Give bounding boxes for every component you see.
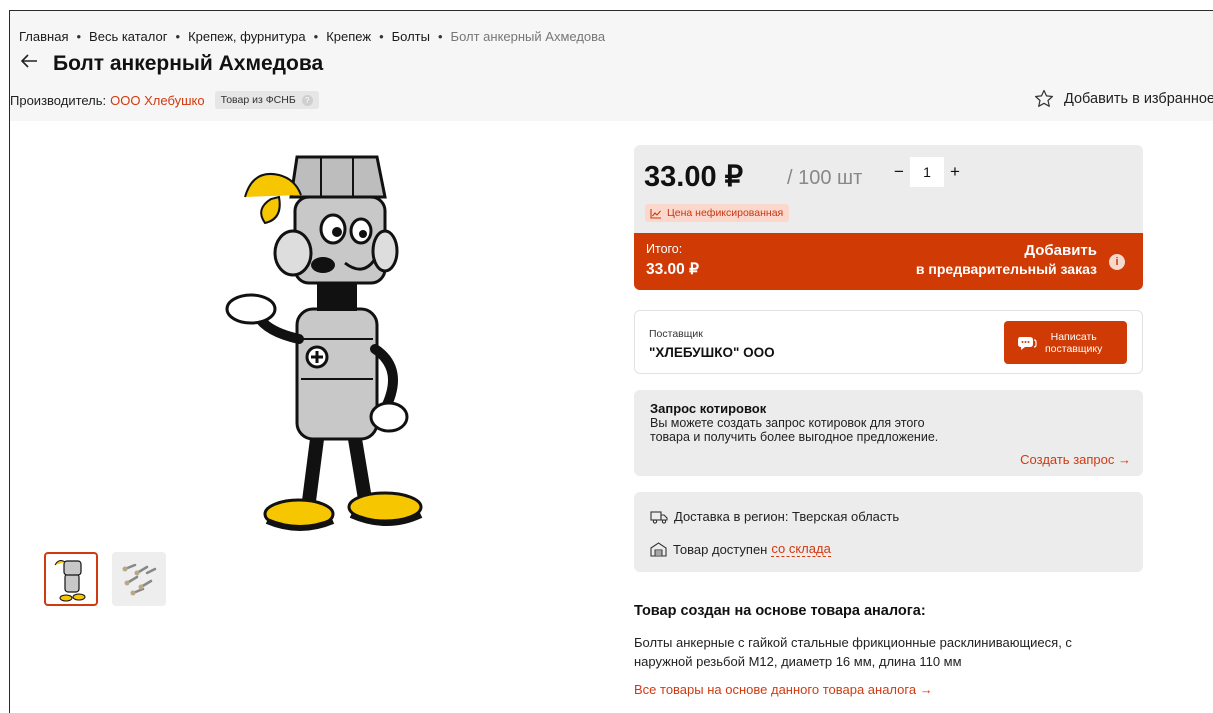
breadcrumb-home[interactable]: Главная bbox=[19, 29, 68, 44]
add-to-preorder-line2: в предварительный заказ bbox=[915, 261, 1097, 277]
supplier-card: Поставщик "ХЛЕБУШКО" ООО Написать постав… bbox=[634, 310, 1143, 374]
price-note-label: Цена нефиксированная bbox=[667, 207, 784, 219]
total-value: 33.00 ₽ bbox=[646, 261, 699, 278]
write-supplier-line1: Написать bbox=[1050, 330, 1097, 343]
back-button[interactable] bbox=[19, 51, 45, 77]
page-frame: Главная • Весь каталог • Крепеж, фурнитура • К… bbox=[9, 10, 1213, 713]
create-request-link[interactable]: Создать запрос → bbox=[1020, 452, 1131, 467]
help-icon[interactable]: ? bbox=[301, 94, 313, 106]
write-supplier-button[interactable]: Написать поставщику bbox=[1004, 321, 1127, 364]
thumbnail-strip bbox=[44, 552, 166, 606]
title-row: Болт анкерный Ахмедова bbox=[19, 51, 323, 77]
analog-products-link[interactable]: Все товары на основе данного товара анал… bbox=[634, 682, 933, 697]
qty-minus-button[interactable]: − bbox=[888, 157, 910, 187]
price-note-badge: Цена нефиксированная bbox=[645, 204, 790, 222]
chart-icon bbox=[650, 208, 661, 219]
delivery-region-row: Доставка в регион: Тверская область bbox=[650, 509, 899, 524]
thumbnail-mascot[interactable] bbox=[44, 552, 98, 606]
price-value: 33.00 ₽ bbox=[644, 161, 744, 193]
maker-link[interactable]: ООО Хлебушко bbox=[110, 93, 204, 108]
thumbnail-bolts-image bbox=[122, 563, 157, 596]
breadcrumb-fasteners[interactable]: Крепеж bbox=[326, 29, 371, 44]
bolt-mascot-illustration bbox=[225, 155, 423, 531]
price-top: 33.00 ₽ / 100 шт − + Цена нефиксированна… bbox=[634, 145, 1143, 233]
stock-row: Товар доступен со склада bbox=[650, 541, 831, 557]
breadcrumb-catalog[interactable]: Весь каталог bbox=[89, 29, 167, 44]
breadcrumb-separator: • bbox=[379, 29, 384, 44]
chat-icon bbox=[1018, 336, 1037, 350]
star-icon bbox=[1034, 89, 1053, 107]
breadcrumb-fasteners-hardware[interactable]: Крепеж, фурнитура bbox=[188, 29, 306, 44]
breadcrumb-separator: • bbox=[76, 29, 82, 44]
breadcrumb-separator: • bbox=[437, 29, 443, 44]
qty-plus-button[interactable]: + bbox=[944, 157, 966, 187]
fsnb-badge: Товар из ФСНБ ? bbox=[214, 91, 319, 109]
back-arrow-icon bbox=[20, 54, 37, 68]
favorites-label: Добавить в избранное bbox=[1063, 90, 1213, 107]
breadcrumb-separator: • bbox=[175, 29, 181, 44]
breadcrumb-bolts[interactable]: Болты bbox=[392, 29, 430, 44]
price-card: 33.00 ₽ / 100 шт − + Цена нефиксированна… bbox=[634, 145, 1143, 290]
price-unit: / 100 шт bbox=[787, 167, 863, 189]
product-image bbox=[205, 139, 465, 545]
order-bar: Итого: 33.00 ₽ Добавить в предварительны… bbox=[634, 233, 1143, 290]
breadcrumb-separator: • bbox=[313, 29, 319, 44]
warehouse-icon bbox=[650, 541, 667, 557]
quote-title: Запрос котировок bbox=[650, 401, 767, 416]
analog-text: Болты анкерные с гайкой стальные фрикцио… bbox=[634, 635, 1072, 669]
add-to-favorites-button[interactable]: Добавить в избранное bbox=[1034, 89, 1213, 108]
add-to-preorder-button[interactable]: Добавить в предварительный заказ bbox=[916, 242, 1097, 278]
supplier-label: Поставщик bbox=[649, 328, 703, 340]
maker-row: Производитель: ООО Хлебушко Товар из ФСН… bbox=[10, 91, 319, 109]
stock-prefix: Товар доступен bbox=[673, 541, 768, 557]
page-title: Болт анкерный Ахмедова bbox=[53, 52, 324, 75]
quote-text: Вы можете создать запрос котировок для э… bbox=[650, 416, 939, 444]
quote-request-card: Запрос котировок Вы можете создать запро… bbox=[634, 390, 1143, 476]
thumbnail-bolts[interactable] bbox=[112, 552, 166, 606]
thumbnail-mascot-image bbox=[54, 560, 86, 602]
analog-title: Товар создан на основе товара аналога: bbox=[634, 603, 926, 619]
maker-label: Производитель: bbox=[10, 92, 107, 108]
truck-icon bbox=[650, 510, 668, 524]
total-label: Итого: bbox=[646, 242, 683, 256]
add-to-preorder-line1: Добавить bbox=[1024, 242, 1097, 259]
breadcrumb-current: Болт анкерный Ахмедова bbox=[450, 29, 606, 44]
delivery-region-text: Доставка в регион: Тверская область bbox=[674, 509, 900, 524]
info-icon[interactable]: i bbox=[1109, 254, 1125, 270]
write-supplier-line2: поставщику bbox=[1045, 342, 1103, 355]
stock-link[interactable]: со склада bbox=[771, 541, 831, 557]
breadcrumb: Главная • Весь каталог • Крепеж, фурнитура • К… bbox=[19, 29, 605, 44]
write-supplier-label: Написать поставщику bbox=[1045, 331, 1102, 355]
qty-input[interactable] bbox=[910, 157, 944, 187]
fsnb-badge-label: Товар из ФСНБ bbox=[220, 94, 296, 106]
quantity-stepper: − + bbox=[888, 157, 966, 187]
supplier-name: "ХЛЕБУШКО" ООО bbox=[649, 345, 775, 360]
delivery-card: Доставка в регион: Тверская область Това… bbox=[634, 492, 1143, 572]
